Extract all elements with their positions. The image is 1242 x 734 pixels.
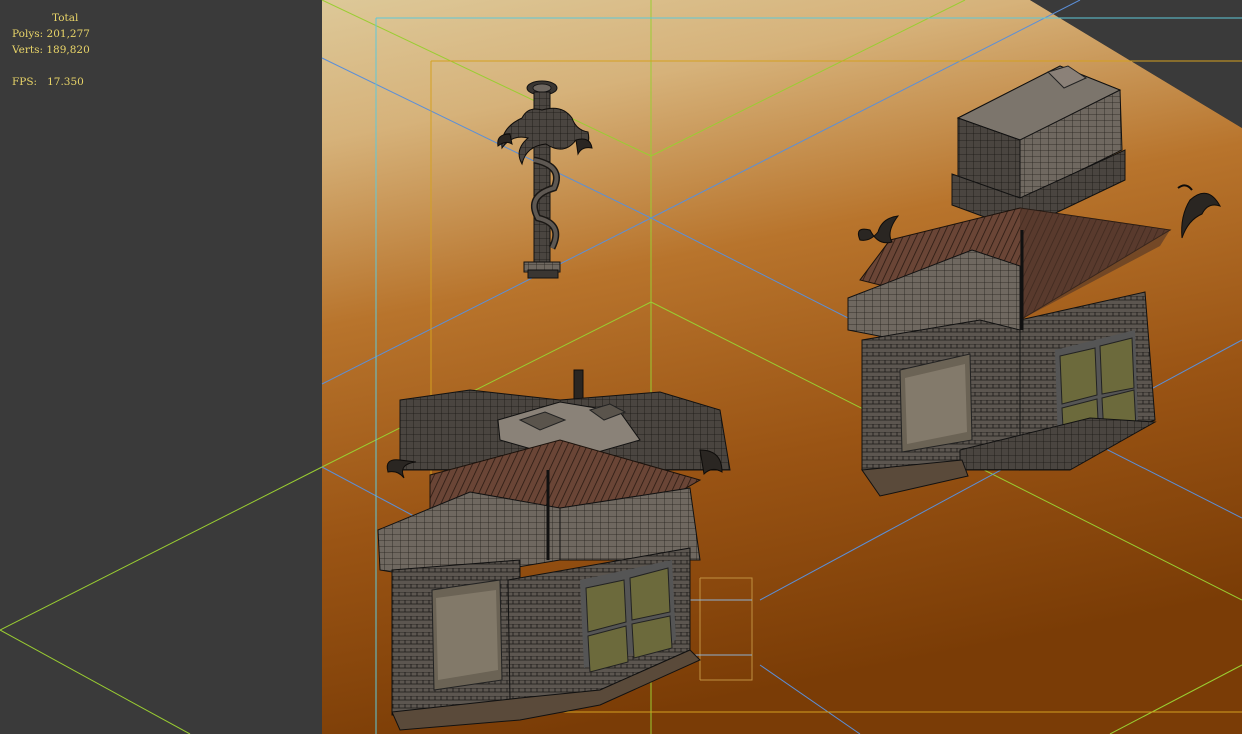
viewport-scene[interactable] — [0, 0, 1242, 734]
stats-fps-row: FPS: 17.350 — [12, 74, 90, 90]
stats-verts-label: Verts: — [12, 44, 43, 56]
stats-total-label: Total — [52, 12, 79, 24]
stats-verts-row: Verts: 189,820 — [12, 42, 90, 58]
stats-gap — [12, 58, 90, 74]
viewport-statistics: Total Polys: 201,277 Verts: 189,820 FPS:… — [12, 10, 90, 90]
stats-fps-label: FPS: — [12, 76, 38, 88]
stats-verts-value: 189,820 — [46, 44, 90, 56]
stats-polys-row: Polys: 201,277 — [12, 26, 90, 42]
3d-viewport[interactable]: Total Polys: 201,277 Verts: 189,820 FPS:… — [0, 0, 1242, 734]
stats-fps-value: 17.350 — [47, 76, 84, 88]
stats-polys-label: Polys: — [12, 28, 44, 40]
stats-polys-value: 201,277 — [46, 28, 90, 40]
